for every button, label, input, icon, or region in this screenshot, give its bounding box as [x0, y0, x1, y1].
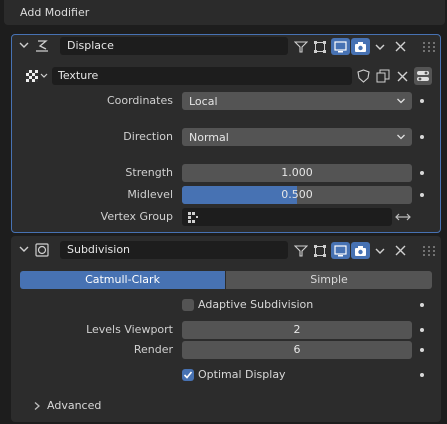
render-levels-animate-dot[interactable]	[420, 348, 424, 352]
duplicate-texture-button[interactable]	[374, 67, 392, 85]
duplicate-icon	[376, 69, 390, 83]
direction-animate-dot[interactable]	[420, 135, 424, 139]
subdivision-name-field[interactable]: Subdivision	[60, 241, 288, 259]
midlevel-label: Midlevel	[127, 188, 173, 201]
drag-handle[interactable]	[420, 244, 438, 258]
coordinates-dropdown[interactable]: Local	[182, 92, 412, 110]
drag-handle[interactable]	[420, 40, 438, 54]
midlevel-slider[interactable]: 0.500	[182, 186, 412, 204]
double-arrow-icon	[395, 213, 411, 221]
adaptive-subdivision-label: Adaptive Subdivision	[198, 298, 314, 311]
strength-label: Strength	[125, 166, 173, 179]
tab-catmull-clark-label: Catmull-Clark	[85, 273, 160, 286]
levels-viewport-label: Levels Viewport	[86, 323, 173, 336]
adaptive-subdivision-checkbox[interactable]	[182, 299, 194, 311]
displace-name-field[interactable]: Displace	[60, 37, 288, 55]
subdivision-remove-button[interactable]	[392, 242, 408, 259]
toggles-icon	[417, 71, 429, 81]
vertex-group-label: Vertex Group	[100, 210, 173, 223]
coordinates-label: Coordinates	[106, 94, 173, 107]
fake-user-button[interactable]	[354, 67, 372, 85]
render-levels-field[interactable]: 6	[182, 341, 412, 359]
coordinates-value: Local	[189, 94, 218, 108]
direction-dropdown[interactable]: Normal	[182, 128, 412, 146]
optimal-display-animate-dot[interactable]	[420, 373, 424, 377]
adaptive-animate-dot[interactable]	[420, 303, 424, 307]
levels-viewport-field[interactable]: 2	[182, 321, 412, 339]
advanced-label: Advanced	[47, 399, 102, 412]
show-viewport-toggle[interactable]	[331, 38, 350, 55]
midlevel-animate-dot[interactable]	[420, 193, 424, 197]
texture-name-text: Texture	[58, 69, 99, 82]
vertex-group-icon	[188, 212, 198, 223]
levels-viewport-animate-dot[interactable]	[420, 328, 424, 332]
chevron-down-icon	[19, 42, 29, 48]
shield-icon	[356, 69, 370, 83]
on-cage-toggle[interactable]	[311, 242, 329, 259]
monitor-icon	[334, 244, 347, 256]
subdivision-collapse-toggle[interactable]	[18, 242, 30, 256]
monitor-icon	[334, 40, 347, 52]
displace-remove-button[interactable]	[392, 38, 408, 55]
grip-dots-icon	[423, 42, 435, 52]
displace-modifier-icon	[34, 38, 50, 54]
tab-simple[interactable]: Simple	[226, 271, 432, 289]
advanced-subpanel-header[interactable]: Advanced	[30, 397, 170, 415]
coordinates-animate-dot[interactable]	[420, 99, 424, 103]
strength-field[interactable]: 1.000	[182, 164, 412, 182]
chevron-down-icon	[397, 98, 405, 104]
funnel-icon	[294, 244, 308, 257]
add-modifier-label: Add Modifier	[20, 6, 90, 19]
camera-icon	[355, 245, 366, 256]
chevron-down-icon	[375, 248, 385, 254]
strength-value: 1.000	[281, 166, 313, 179]
midlevel-value: 0.500	[281, 188, 313, 201]
close-icon	[395, 41, 405, 52]
texture-name-field[interactable]: Texture	[52, 67, 352, 85]
displace-extras-dropdown[interactable]	[372, 38, 388, 55]
tab-simple-label: Simple	[310, 273, 348, 286]
on-cage-toggle[interactable]	[311, 38, 329, 55]
render-levels-value: 6	[293, 343, 301, 356]
close-icon	[395, 245, 405, 256]
optimal-display-label: Optimal Display	[198, 368, 286, 381]
show-render-toggle[interactable]	[351, 242, 370, 259]
direction-value: Normal	[189, 130, 229, 144]
show-viewport-toggle[interactable]	[331, 242, 350, 259]
add-modifier-header[interactable]: Add Modifier	[4, 0, 445, 25]
levels-viewport-value: 2	[293, 323, 301, 336]
strength-animate-dot[interactable]	[420, 171, 424, 175]
tab-catmull-clark[interactable]: Catmull-Clark	[20, 271, 225, 289]
grip-dots-icon	[423, 246, 435, 256]
direction-label: Direction	[123, 130, 173, 143]
subdivision-extras-dropdown[interactable]	[372, 242, 388, 259]
chevron-right-icon	[34, 402, 40, 410]
chevron-down-icon	[397, 134, 405, 140]
funnel-icon	[294, 40, 308, 53]
checkmark-icon	[183, 371, 193, 379]
optimal-display-checkbox[interactable]	[182, 369, 194, 381]
invert-vertex-group-button[interactable]	[394, 208, 412, 226]
edit-mode-toggle[interactable]	[292, 38, 310, 55]
subdivision-name-text: Subdivision	[67, 243, 131, 256]
close-icon	[397, 71, 407, 81]
vertex-cage-icon	[314, 40, 326, 53]
displace-collapse-toggle[interactable]	[18, 38, 30, 52]
texture-browse-button[interactable]	[24, 67, 50, 85]
render-levels-label: Render	[133, 343, 173, 356]
subdivision-modifier-icon	[34, 242, 50, 258]
texture-properties-button[interactable]	[414, 67, 432, 85]
chevron-down-icon	[19, 246, 29, 252]
vertex-group-field[interactable]	[182, 208, 392, 226]
edit-mode-toggle[interactable]	[292, 242, 310, 259]
displace-name-text: Displace	[67, 39, 114, 52]
chevron-down-icon	[375, 44, 385, 50]
show-render-toggle[interactable]	[351, 38, 370, 55]
unlink-texture-button[interactable]	[394, 67, 410, 85]
vertex-cage-icon	[314, 244, 326, 257]
checker-texture-icon	[26, 70, 48, 82]
camera-icon	[355, 41, 366, 52]
